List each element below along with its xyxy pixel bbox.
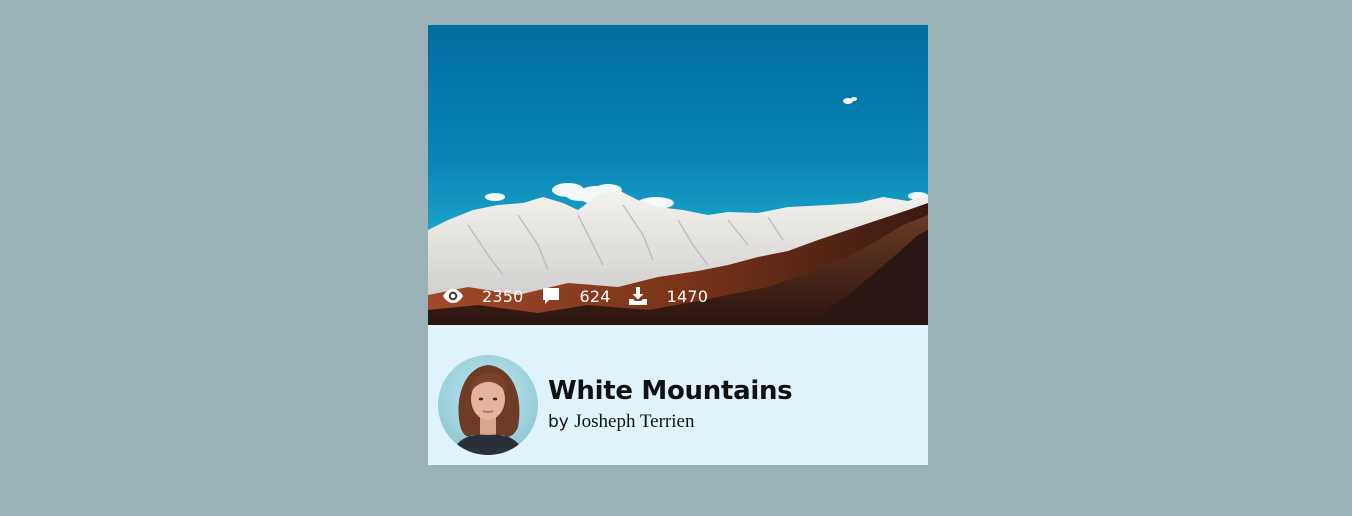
downloads-count: 1470 — [666, 286, 709, 306]
views-count: 2350 — [482, 286, 524, 306]
photo-card: 2350 624 1470 White Mountains by Josheph… — [428, 25, 928, 465]
comments-count: 624 — [579, 286, 611, 306]
eye-icon — [442, 285, 464, 307]
comment-icon — [540, 285, 562, 307]
mountain-photo — [428, 97, 928, 325]
views-stat: 2350 — [442, 285, 540, 307]
byline: by Josheph Terrien — [548, 411, 694, 433]
downloads-stat: 1470 — [627, 285, 725, 307]
author-avatar[interactable] — [438, 355, 538, 455]
photo-stats: 2350 624 1470 — [442, 284, 724, 308]
author-name[interactable]: Josheph Terrien — [574, 411, 694, 432]
card-info: White Mountains by Josheph Terrien — [428, 325, 928, 465]
photo[interactable]: 2350 624 1470 — [428, 25, 928, 325]
photo-title: White Mountains — [548, 376, 793, 406]
download-icon — [627, 285, 649, 307]
page: 2350 624 1470 White Mountains by Josheph… — [0, 0, 1352, 516]
byline-prefix: by — [548, 412, 569, 432]
comments-stat: 624 — [540, 285, 627, 307]
